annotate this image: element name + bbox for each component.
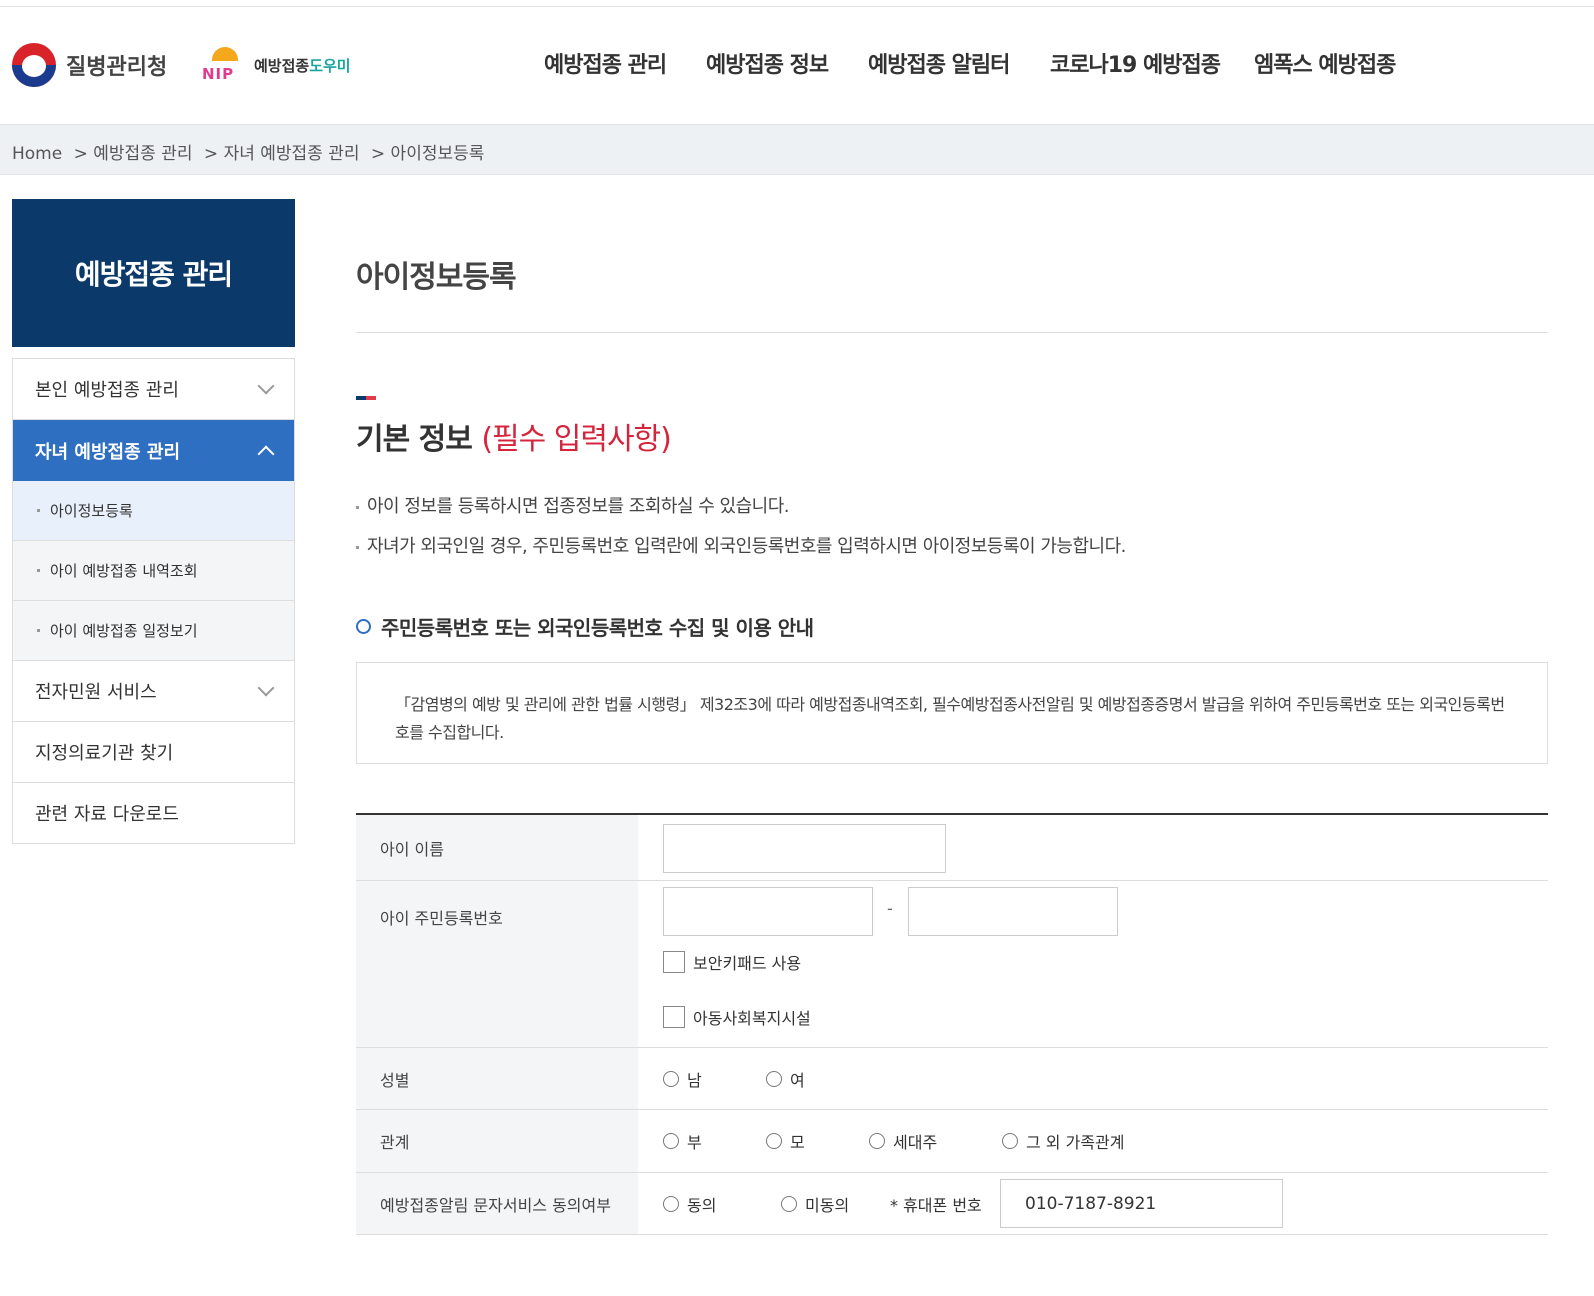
sidebar-subitem-child-schedule[interactable]: 아이 예방접종 일정보기	[13, 601, 294, 661]
collection-notice-heading: 주민등록번호 또는 외국인등록번호 수집 및 이용 안내	[356, 612, 814, 641]
form-row-rrn: 아이 주민등록번호 - 보안키패드 사용 아동사회복지시설	[356, 881, 1548, 1048]
nav-mpox-vaccination[interactable]: 엠폭스 예방접종	[1254, 47, 1396, 79]
secure-keypad-checkbox[interactable]	[663, 951, 685, 973]
welfare-facility-option[interactable]: 아동사회복지시설	[663, 1005, 811, 1029]
child-info-form: 아이 이름 아이 주민등록번호 - 보안키패드 사용 아동사회복지시설 성별 남…	[356, 813, 1548, 1235]
nip-logo[interactable]: NIP 예방접종도우미	[200, 43, 351, 87]
note-item: 자녀가 외국인일 경우, 주민등록번호 입력란에 외국인등록번호를 입력하시면 …	[356, 534, 1126, 574]
sidebar-item-self-vaccination[interactable]: 본인 예방접종 관리	[13, 359, 294, 420]
page-title: 아이정보등록	[356, 260, 517, 295]
notes-list: 아이 정보를 등록하시면 접종정보를 조회하실 수 있습니다. 자녀가 외국인일…	[356, 494, 1126, 574]
breadcrumb-child-vaccination[interactable]: > 자녀 예방접종 관리	[204, 144, 360, 164]
section-title: 기본 정보 (필수 입력사항)	[356, 422, 672, 457]
gender-male-radio[interactable]: 남	[663, 1048, 702, 1109]
sidebar-item-downloads[interactable]: 관련 자료 다운로드	[13, 783, 294, 844]
form-row-relation: 관계 부 모 세대주 그 외 가족관계	[356, 1110, 1548, 1173]
breadcrumb-vaccination-management[interactable]: > 예방접종 관리	[74, 144, 193, 164]
nav-vaccination-notice[interactable]: 예방접종 알림터	[868, 47, 1010, 79]
breadcrumb-current[interactable]: > 아이정보등록	[371, 144, 485, 164]
bullet-icon	[37, 629, 40, 632]
rrn-front-input[interactable]	[663, 887, 873, 936]
name-label: 아이 이름	[356, 815, 638, 880]
sidebar-subitem-child-register[interactable]: 아이정보등록	[13, 481, 294, 541]
nav-vaccination-info[interactable]: 예방접종 정보	[706, 47, 829, 79]
kdca-logo[interactable]: 질병관리청	[12, 43, 167, 87]
form-row-gender: 성별 남 여	[356, 1048, 1548, 1110]
chevron-up-icon	[257, 445, 275, 462]
sidebar-item-find-clinic[interactable]: 지정의료기관 찾기	[13, 722, 294, 783]
chevron-down-icon	[257, 377, 275, 395]
form-row-sms: 예방접종알림 문자서비스 동의여부 동의 미동의 * 휴대폰 번호 010-71…	[356, 1173, 1548, 1235]
secure-keypad-option[interactable]: 보안키패드 사용	[663, 950, 801, 974]
phone-label: * 휴대폰 번호	[890, 1195, 982, 1215]
relation-householder-radio[interactable]: 세대주	[869, 1110, 937, 1172]
sms-disagree-radio[interactable]: 미동의	[781, 1173, 849, 1234]
breadcrumb: Home > 예방접종 관리 > 자녀 예방접종 관리 > 아이정보등록	[12, 139, 490, 164]
helper-name: 예방접종도우미	[254, 56, 351, 75]
sidebar-item-e-civil-service[interactable]: 전자민원 서비스	[13, 661, 294, 722]
required-note: (필수 입력사항)	[481, 422, 672, 457]
title-divider	[356, 332, 1548, 333]
gender-female-radio[interactable]: 여	[766, 1048, 805, 1109]
relation-other-radio[interactable]: 그 외 가족관계	[1002, 1110, 1125, 1172]
nav-covid19-vaccination[interactable]: 코로나19 예방접종	[1050, 47, 1221, 79]
phone-number-input[interactable]: 010-7187-8921	[1000, 1179, 1283, 1228]
rrn-back-input[interactable]	[908, 887, 1118, 936]
breadcrumb-home[interactable]: Home	[12, 144, 62, 164]
sidebar-item-child-vaccination[interactable]: 자녀 예방접종 관리	[13, 420, 294, 481]
bullet-icon	[37, 509, 40, 512]
sidebar-subitem-child-history[interactable]: 아이 예방접종 내역조회	[13, 541, 294, 601]
gender-label: 성별	[356, 1048, 638, 1109]
org-name: 질병관리청	[66, 55, 168, 80]
taegeuk-icon	[12, 43, 56, 87]
relation-mother-radio[interactable]: 모	[766, 1110, 805, 1172]
nip-sun-icon: NIP	[200, 43, 250, 87]
rrn-dash: -	[887, 899, 893, 918]
bullet-icon	[37, 569, 40, 572]
relation-label: 관계	[356, 1110, 638, 1172]
child-name-input[interactable]	[663, 824, 946, 873]
rrn-label: 아이 주민등록번호	[356, 881, 638, 1047]
form-row-name: 아이 이름	[356, 815, 1548, 881]
chevron-down-icon	[257, 679, 275, 697]
sms-agree-radio[interactable]: 동의	[663, 1173, 716, 1234]
collection-notice-box: 「감염병의 예방 및 관리에 관한 법률 시행령」 제32조3에 따라 예방접종…	[356, 662, 1548, 764]
sms-label: 예방접종알림 문자서비스 동의여부	[356, 1173, 638, 1234]
breadcrumb-bar: Home > 예방접종 관리 > 자녀 예방접종 관리 > 아이정보등록	[0, 124, 1594, 175]
circle-icon	[356, 619, 371, 634]
sidebar-menu: 본인 예방접종 관리 자녀 예방접종 관리 아이정보등록 아이 예방접종 내역조…	[12, 358, 295, 844]
site-header: 질병관리청 NIP 예방접종도우미 예방접종 관리 예방접종 정보 예방접종 알…	[0, 7, 1594, 125]
sidebar-title: 예방접종 관리	[12, 199, 295, 347]
welfare-facility-checkbox[interactable]	[663, 1006, 685, 1028]
note-item: 아이 정보를 등록하시면 접종정보를 조회하실 수 있습니다.	[356, 494, 1126, 534]
nav-vaccination-management[interactable]: 예방접종 관리	[544, 47, 667, 79]
section-mark-icon	[356, 396, 376, 400]
relation-father-radio[interactable]: 부	[663, 1110, 702, 1172]
